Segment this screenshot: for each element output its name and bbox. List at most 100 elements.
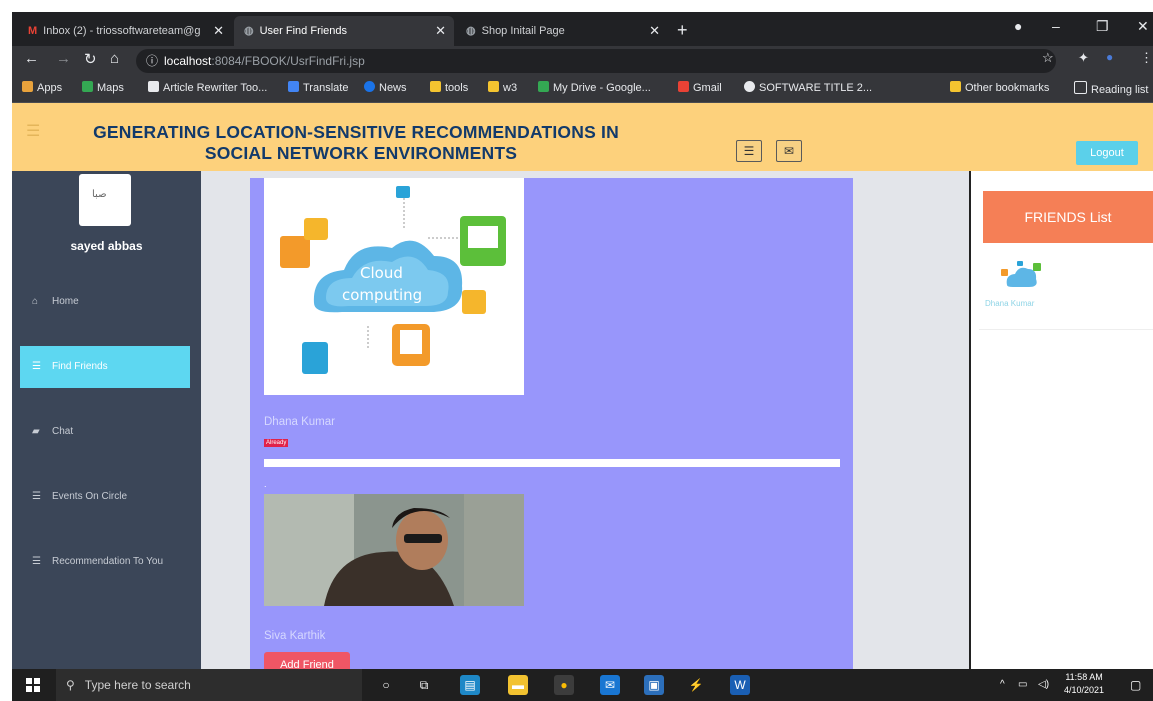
cloud-computing-image: Cloud computing (264, 178, 524, 395)
friends-list-header: FRIENDS List (983, 191, 1153, 243)
list-icon[interactable]: ☰ (736, 140, 762, 162)
sidebar-item-label: Chat (52, 426, 74, 437)
info-icon: ⓘ (146, 54, 159, 68)
restore-icon[interactable]: ❐ (1096, 18, 1109, 35)
bookmark-label: w3 (503, 82, 518, 94)
bookmark-article-rewriter[interactable]: Article Rewriter Too... (148, 81, 267, 94)
cloud-text-1: Cloud (360, 264, 403, 282)
back-icon[interactable]: ← (24, 50, 39, 67)
tab-shop-initail-page[interactable]: ◍ Shop Initail Page ✕ (456, 16, 668, 46)
bookmark-news[interactable]: News (364, 81, 407, 94)
network-icon[interactable]: ▭ (1018, 669, 1027, 701)
new-tab-button[interactable]: + (677, 16, 688, 44)
sidebar-item-label: Home (52, 296, 79, 307)
bookmark-translate[interactable]: Translate (288, 81, 348, 94)
minimize-icon[interactable]: – (1052, 18, 1060, 34)
bookmark-my-drive[interactable]: My Drive - Google... (538, 81, 651, 94)
sidebar-item-recommendation[interactable]: ☰ Recommendation To You (20, 541, 190, 583)
close-tab-icon[interactable]: ✕ (213, 16, 224, 46)
chat-icon: ▰ (32, 426, 40, 437)
tab-inbox[interactable]: M Inbox (2) - triossoftwareteam@g ✕ (18, 16, 232, 46)
close-window-icon[interactable]: ✕ (1137, 18, 1149, 35)
title-line-1: GENERATING LOCATION-SENSITIVE RECOMMENDA… (93, 122, 619, 142)
reload-icon[interactable]: ↻ (84, 50, 97, 68)
title-line-2: SOCIAL NETWORK ENVIRONMENTS (204, 143, 518, 163)
already-badge: Already (264, 439, 289, 447)
bookmark-apps[interactable]: Apps (22, 81, 62, 94)
bookmark-label: Gmail (693, 82, 722, 94)
friend-name[interactable]: Siva Karthik (264, 630, 325, 642)
sidebar-item-label: Recommendation To You (52, 556, 164, 567)
bookmark-maps[interactable]: Maps (82, 81, 124, 94)
account-avatar-icon[interactable]: ● (1106, 50, 1113, 64)
bookmark-software-title[interactable]: SOFTWARE TITLE 2... (744, 81, 872, 94)
cortana-icon[interactable]: ○ (376, 675, 396, 695)
home-icon[interactable]: ⌂ (110, 50, 119, 67)
page-title: GENERATING LOCATION-SENSITIVE RECOMMENDA… (36, 122, 676, 164)
file-explorer-icon[interactable]: ▬ (508, 675, 528, 695)
star-icon[interactable]: ☆ (1042, 50, 1054, 66)
sidebar-item-chat[interactable]: ▰ Chat (20, 411, 190, 453)
sidebar-item-events-on-circle[interactable]: ☰ Events On Circle (20, 476, 190, 518)
bookmark-tools[interactable]: tools (430, 81, 468, 94)
bookmarks-bar: Apps Maps Article Rewriter Too... Transl… (12, 76, 1153, 103)
store-icon[interactable]: ▤ (460, 675, 480, 695)
bookmark-gmail[interactable]: Gmail (678, 81, 722, 94)
mail-icon[interactable]: ✉ (776, 140, 802, 162)
chrome-icon[interactable]: ● (554, 675, 574, 695)
bookmark-label: Reading list (1091, 84, 1149, 96)
volume-icon[interactable]: ◁) (1038, 669, 1049, 701)
tab-user-find-friends[interactable]: ◍ User Find Friends ✕ (234, 16, 454, 46)
close-tab-icon[interactable]: ✕ (649, 16, 660, 46)
task-view-icon[interactable]: ⧉ (414, 675, 434, 695)
bookmark-label: Apps (37, 82, 63, 94)
cloud-text-2: computing (342, 286, 422, 304)
bookmark-other[interactable]: Other bookmarks (950, 81, 1049, 94)
avatar: صبا (79, 174, 131, 226)
list-icon: ☰ (32, 491, 41, 502)
word-icon[interactable]: W (730, 675, 750, 695)
taskbar-clock[interactable]: 11:58 AM 4/10/2021 (1064, 671, 1104, 697)
friend-name[interactable]: Dhana Kumar (264, 416, 335, 428)
close-tab-icon[interactable]: ✕ (435, 16, 446, 46)
list-icon: ☰ (32, 361, 41, 372)
virtualbox-icon[interactable]: ▣ (644, 675, 664, 695)
globe-icon (744, 81, 755, 92)
sidebar: صبا sayed abbas ⌂ Home ☰ Find Friends ▰ Cha… (12, 171, 201, 669)
tray-chevron-icon[interactable]: ^ (1000, 669, 1005, 701)
clock-time: 11:58 AM (1065, 672, 1103, 682)
friend-thumbnail[interactable] (999, 259, 1043, 295)
gmail-icon: M (28, 25, 38, 37)
drive-icon (538, 81, 549, 92)
lightning-app-icon[interactable]: ⚡ (686, 675, 706, 695)
sidebar-item-find-friends[interactable]: ☰ Find Friends (20, 346, 190, 388)
forward-icon[interactable]: → (56, 50, 71, 67)
bookmark-label: News (379, 82, 407, 94)
translate-icon (288, 81, 299, 92)
windows-start-icon[interactable] (26, 678, 40, 692)
menu-icon[interactable]: ⋮ (1140, 50, 1153, 66)
extensions-icon[interactable]: ✦ (1078, 50, 1089, 66)
tab-label: Inbox (2) - triossoftwareteam@g (43, 25, 201, 37)
taskbar-search[interactable]: ⚲ Type here to search (56, 669, 362, 701)
search-placeholder: Type here to search (84, 678, 191, 692)
globe-icon: ◍ (244, 25, 254, 37)
app-header: ☰ GENERATING LOCATION-SENSITIVE RECOMMEN… (12, 103, 1153, 171)
address-bar[interactable]: ⓘ localhost:8084/FBOOK/UsrFindFri.jsp (136, 49, 1056, 73)
friend-list-name[interactable]: Dhana Kumar (985, 299, 1034, 308)
search-icon: ⚲ (66, 678, 75, 692)
username: sayed abbas (70, 239, 143, 253)
bookmark-label: Translate (303, 82, 349, 94)
notifications-icon[interactable]: ▢ (1130, 669, 1141, 701)
logout-button[interactable]: Logout (1076, 141, 1138, 165)
mail-app-icon[interactable]: ✉ (600, 675, 620, 695)
bookmark-w3[interactable]: w3 (488, 81, 517, 94)
reading-list[interactable]: Reading list (1074, 81, 1148, 96)
apps-grid-icon (22, 81, 33, 92)
clock-date: 4/10/2021 (1064, 685, 1105, 695)
bookmark-label: My Drive - Google... (553, 82, 651, 94)
sidebar-item-home[interactable]: ⌂ Home (20, 281, 190, 323)
home-icon: ⌂ (32, 296, 39, 307)
url-path: :8084/FBOOK/UsrFindFri.jsp (211, 54, 365, 68)
profile-icon[interactable]: ● (1014, 18, 1022, 34)
